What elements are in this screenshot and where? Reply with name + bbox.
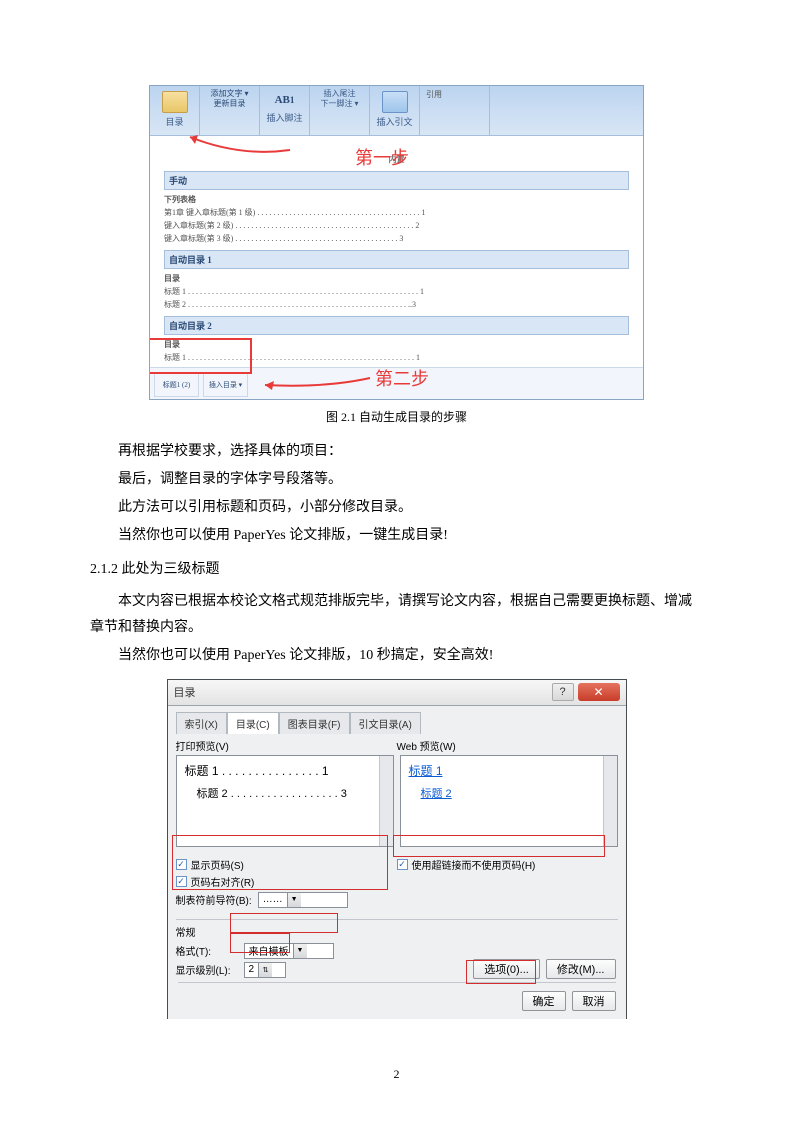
red-arrow-step1	[180, 132, 360, 162]
tab-index[interactable]: 索引(X)	[176, 712, 227, 734]
close-button[interactable]: ✕	[578, 683, 620, 701]
paragraph: 当然你也可以使用 PaperYes 论文排版，一键生成目录!	[90, 523, 703, 549]
modify-button[interactable]: 修改(M)...	[546, 959, 616, 979]
ribbon-citation[interactable]: 插入引文	[370, 86, 420, 135]
ab-icon: AB1	[270, 91, 300, 109]
general-label: 常规	[176, 924, 618, 939]
checkbox-row-pagenum[interactable]: ✓ 显示页码(S)	[176, 857, 397, 872]
ribbon-footnote[interactable]: AB1 插入脚注	[260, 86, 310, 135]
book-icon	[162, 91, 188, 113]
toc-line: 标题 1 . . . . . . . . . . . . . . . . . .…	[164, 352, 629, 363]
spinner-icon: ⇅	[258, 963, 272, 977]
checkbox-icon: ✓	[397, 859, 408, 870]
print-preview-box: 标题 1 . . . . . . . . . . . . . . . 1 标题 …	[176, 755, 394, 847]
paragraph: 本文内容已根据本校论文格式规范排版完毕，请撰写论文内容，根据自己需要更换标题、增…	[90, 589, 703, 641]
toc-heading: 目录	[164, 339, 629, 350]
section-auto-toc1: 自动目录 1	[164, 250, 629, 269]
checkbox-label: 页码右对齐(R)	[191, 874, 255, 889]
checkbox-icon: ✓	[176, 859, 187, 870]
leader-label: 制表符前导符(B):	[176, 892, 252, 907]
quickstyle-item[interactable]: 标题1 (2)	[154, 372, 199, 397]
level-spinner[interactable]: 2 ⇅	[244, 962, 286, 978]
chevron-down-icon: ▼	[293, 944, 307, 958]
toc-line: 键入章标题(第 2 级) . . . . . . . . . . . . . .…	[164, 220, 629, 231]
section-auto-toc2: 自动目录 2	[164, 316, 629, 335]
figure-caption-1: 图 2.1 自动生成目录的步骤	[90, 408, 703, 425]
help-button[interactable]: ?	[552, 683, 574, 701]
tab-citations[interactable]: 引文目录(A)	[350, 712, 421, 734]
preview-row: 标题 1 . . . . . . . . . . . . . . . 1 标题 …	[176, 755, 618, 847]
ribbon-toc-button[interactable]: 目录	[150, 86, 200, 135]
scrollbar[interactable]	[603, 756, 617, 846]
heading-level-3: 2.1.2 此处为三级标题	[90, 559, 703, 581]
leader-field-row: 制表符前导符(B): …… ▼	[176, 892, 397, 908]
tab-toc[interactable]: 目录(C)	[227, 712, 279, 734]
print-preview-label: 打印预览(V)	[176, 738, 397, 753]
checkbox-row-align[interactable]: ✓ 页码右对齐(R)	[176, 874, 397, 889]
paragraph: 再根据学校要求，选择具体的项目：	[90, 439, 703, 465]
checkbox-icon: ✓	[176, 876, 187, 887]
dialog-body: 索引(X) 目录(C) 图表目录(F) 引文目录(A) 打印预览(V) Web …	[168, 706, 626, 1019]
format-row: 格式(T): 来自模板 ▼	[176, 943, 618, 959]
ok-button[interactable]: 确定	[522, 991, 566, 1011]
checkbox-label: 显示页码(S)	[191, 857, 244, 872]
cancel-button[interactable]: 取消	[572, 991, 616, 1011]
paragraph: 此方法可以引用标题和页码，小部分修改目录。	[90, 495, 703, 521]
ribbon-group: 添加文字 ▾ 更新目录	[200, 86, 260, 135]
web-preview-label: Web 预览(W)	[397, 738, 618, 753]
toc-line: 标题 2 . . . . . . . . . . . . . . . . . .…	[164, 299, 629, 310]
citation-icon	[382, 91, 408, 113]
document-preview-area: 第一步 内置 手动 下列表格 第1章 键入章标题(第 1 级) . . . . …	[150, 136, 643, 400]
preview-heading1: 标题 1 . . . . . . . . . . . . . . . 1	[185, 762, 385, 779]
red-arrow-step2	[255, 370, 375, 395]
preview-heading2: 标题 2 . . . . . . . . . . . . . . . . . .…	[197, 785, 385, 801]
dialog-tabs: 索引(X) 目录(C) 图表目录(F) 引文目录(A)	[176, 712, 618, 734]
step1-label: 第一步	[355, 144, 409, 170]
toc-line: 键入章标题(第 3 级) . . . . . . . . . . . . . .…	[164, 233, 629, 244]
web-preview-box: 标题 1 标题 2	[400, 755, 618, 847]
tab-figures[interactable]: 图表目录(F)	[279, 712, 350, 734]
toc-dialog: 目录 ? ✕ 索引(X) 目录(C) 图表目录(F) 引文目录(A) 打印预览(…	[167, 679, 627, 1019]
toc-line: 标题 1 . . . . . . . . . . . . . . . . . .…	[164, 286, 629, 297]
paragraph: 当然你也可以使用 PaperYes 论文排版，10 秒搞定，安全高效!	[90, 643, 703, 669]
level-label: 显示级别(L):	[176, 962, 238, 977]
ribbon-row: 目录 添加文字 ▾ 更新目录 AB1 插入脚注 插入尾注 下一脚注 ▾ 插入引文…	[150, 86, 643, 136]
ribbon-group-2: 插入尾注 下一脚注 ▾	[310, 86, 370, 135]
toc-heading: 目录	[164, 273, 629, 284]
checkbox-row-hyperlink[interactable]: ✓ 使用超链接而不使用页码(H)	[397, 857, 618, 872]
section-bar: 手动	[164, 171, 629, 190]
options-button[interactable]: 选项(0)...	[473, 959, 540, 979]
web-heading1[interactable]: 标题 1	[409, 762, 609, 779]
checkbox-label: 使用超链接而不使用页码(H)	[412, 857, 536, 872]
toc-line: 第1章 键入章标题(第 1 级) . . . . . . . . . . . .…	[164, 207, 629, 218]
step2-label: 第二步	[375, 365, 429, 391]
page-number: 2	[0, 1067, 793, 1082]
format-label: 格式(T):	[176, 943, 238, 958]
chevron-down-icon: ▼	[287, 893, 301, 907]
format-select[interactable]: 来自模板 ▼	[244, 943, 334, 959]
scrollbar[interactable]	[379, 756, 393, 846]
dialog-title-text: 目录	[174, 684, 196, 700]
web-heading2[interactable]: 标题 2	[421, 785, 609, 801]
figure-word-toc-steps: 目录 添加文字 ▾ 更新目录 AB1 插入脚注 插入尾注 下一脚注 ▾ 插入引文…	[149, 85, 644, 400]
paragraph: 最后，调整目录的字体字号段落等。	[90, 467, 703, 493]
toc-line: 下列表格	[164, 194, 629, 205]
leader-select[interactable]: …… ▼	[258, 892, 348, 908]
ribbon-tabs-zone: 引用	[420, 86, 490, 135]
quickstyle-item[interactable]: 插入目录 ▾	[203, 372, 248, 397]
dialog-titlebar: 目录 ? ✕	[168, 680, 626, 706]
